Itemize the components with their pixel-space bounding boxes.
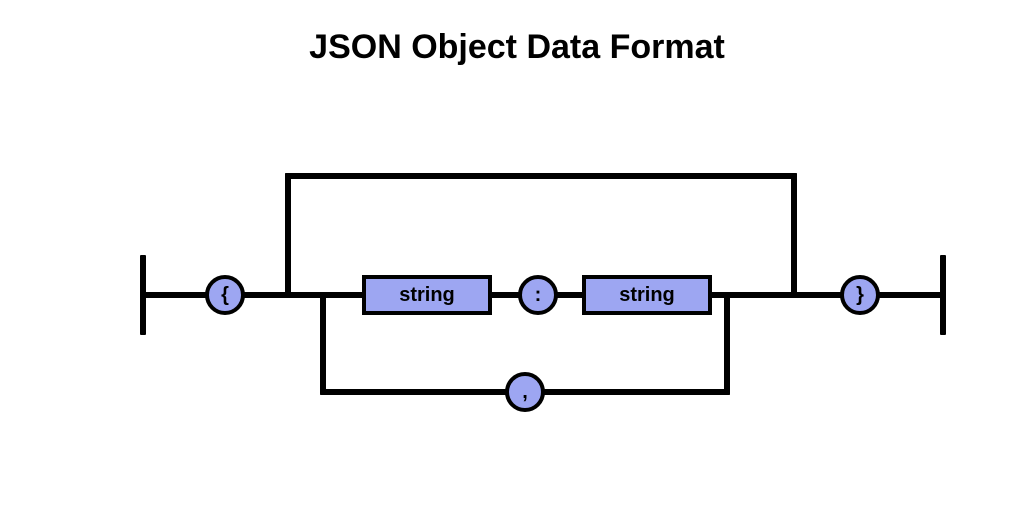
loop-right-vertical (724, 295, 730, 395)
bypass-left-vertical (285, 173, 291, 295)
comma-label: , (522, 381, 528, 404)
value-string-label: string (619, 284, 675, 307)
bypass-top-rail (285, 173, 797, 179)
open-brace-node: { (205, 275, 245, 315)
colon-node: : (518, 275, 558, 315)
key-string-node: string (362, 275, 492, 315)
key-string-label: string (399, 284, 455, 307)
diagram-title: JSON Object Data Format (0, 28, 1034, 67)
close-brace-label: } (856, 284, 864, 307)
diagram-canvas: JSON Object Data Format { } , string : s… (0, 0, 1034, 509)
comma-node: , (505, 372, 545, 412)
bypass-right-vertical (791, 173, 797, 295)
value-string-node: string (582, 275, 712, 315)
colon-label: : (535, 284, 542, 307)
open-brace-label: { (221, 284, 229, 307)
loop-left-vertical (320, 295, 326, 395)
close-brace-node: } (840, 275, 880, 315)
